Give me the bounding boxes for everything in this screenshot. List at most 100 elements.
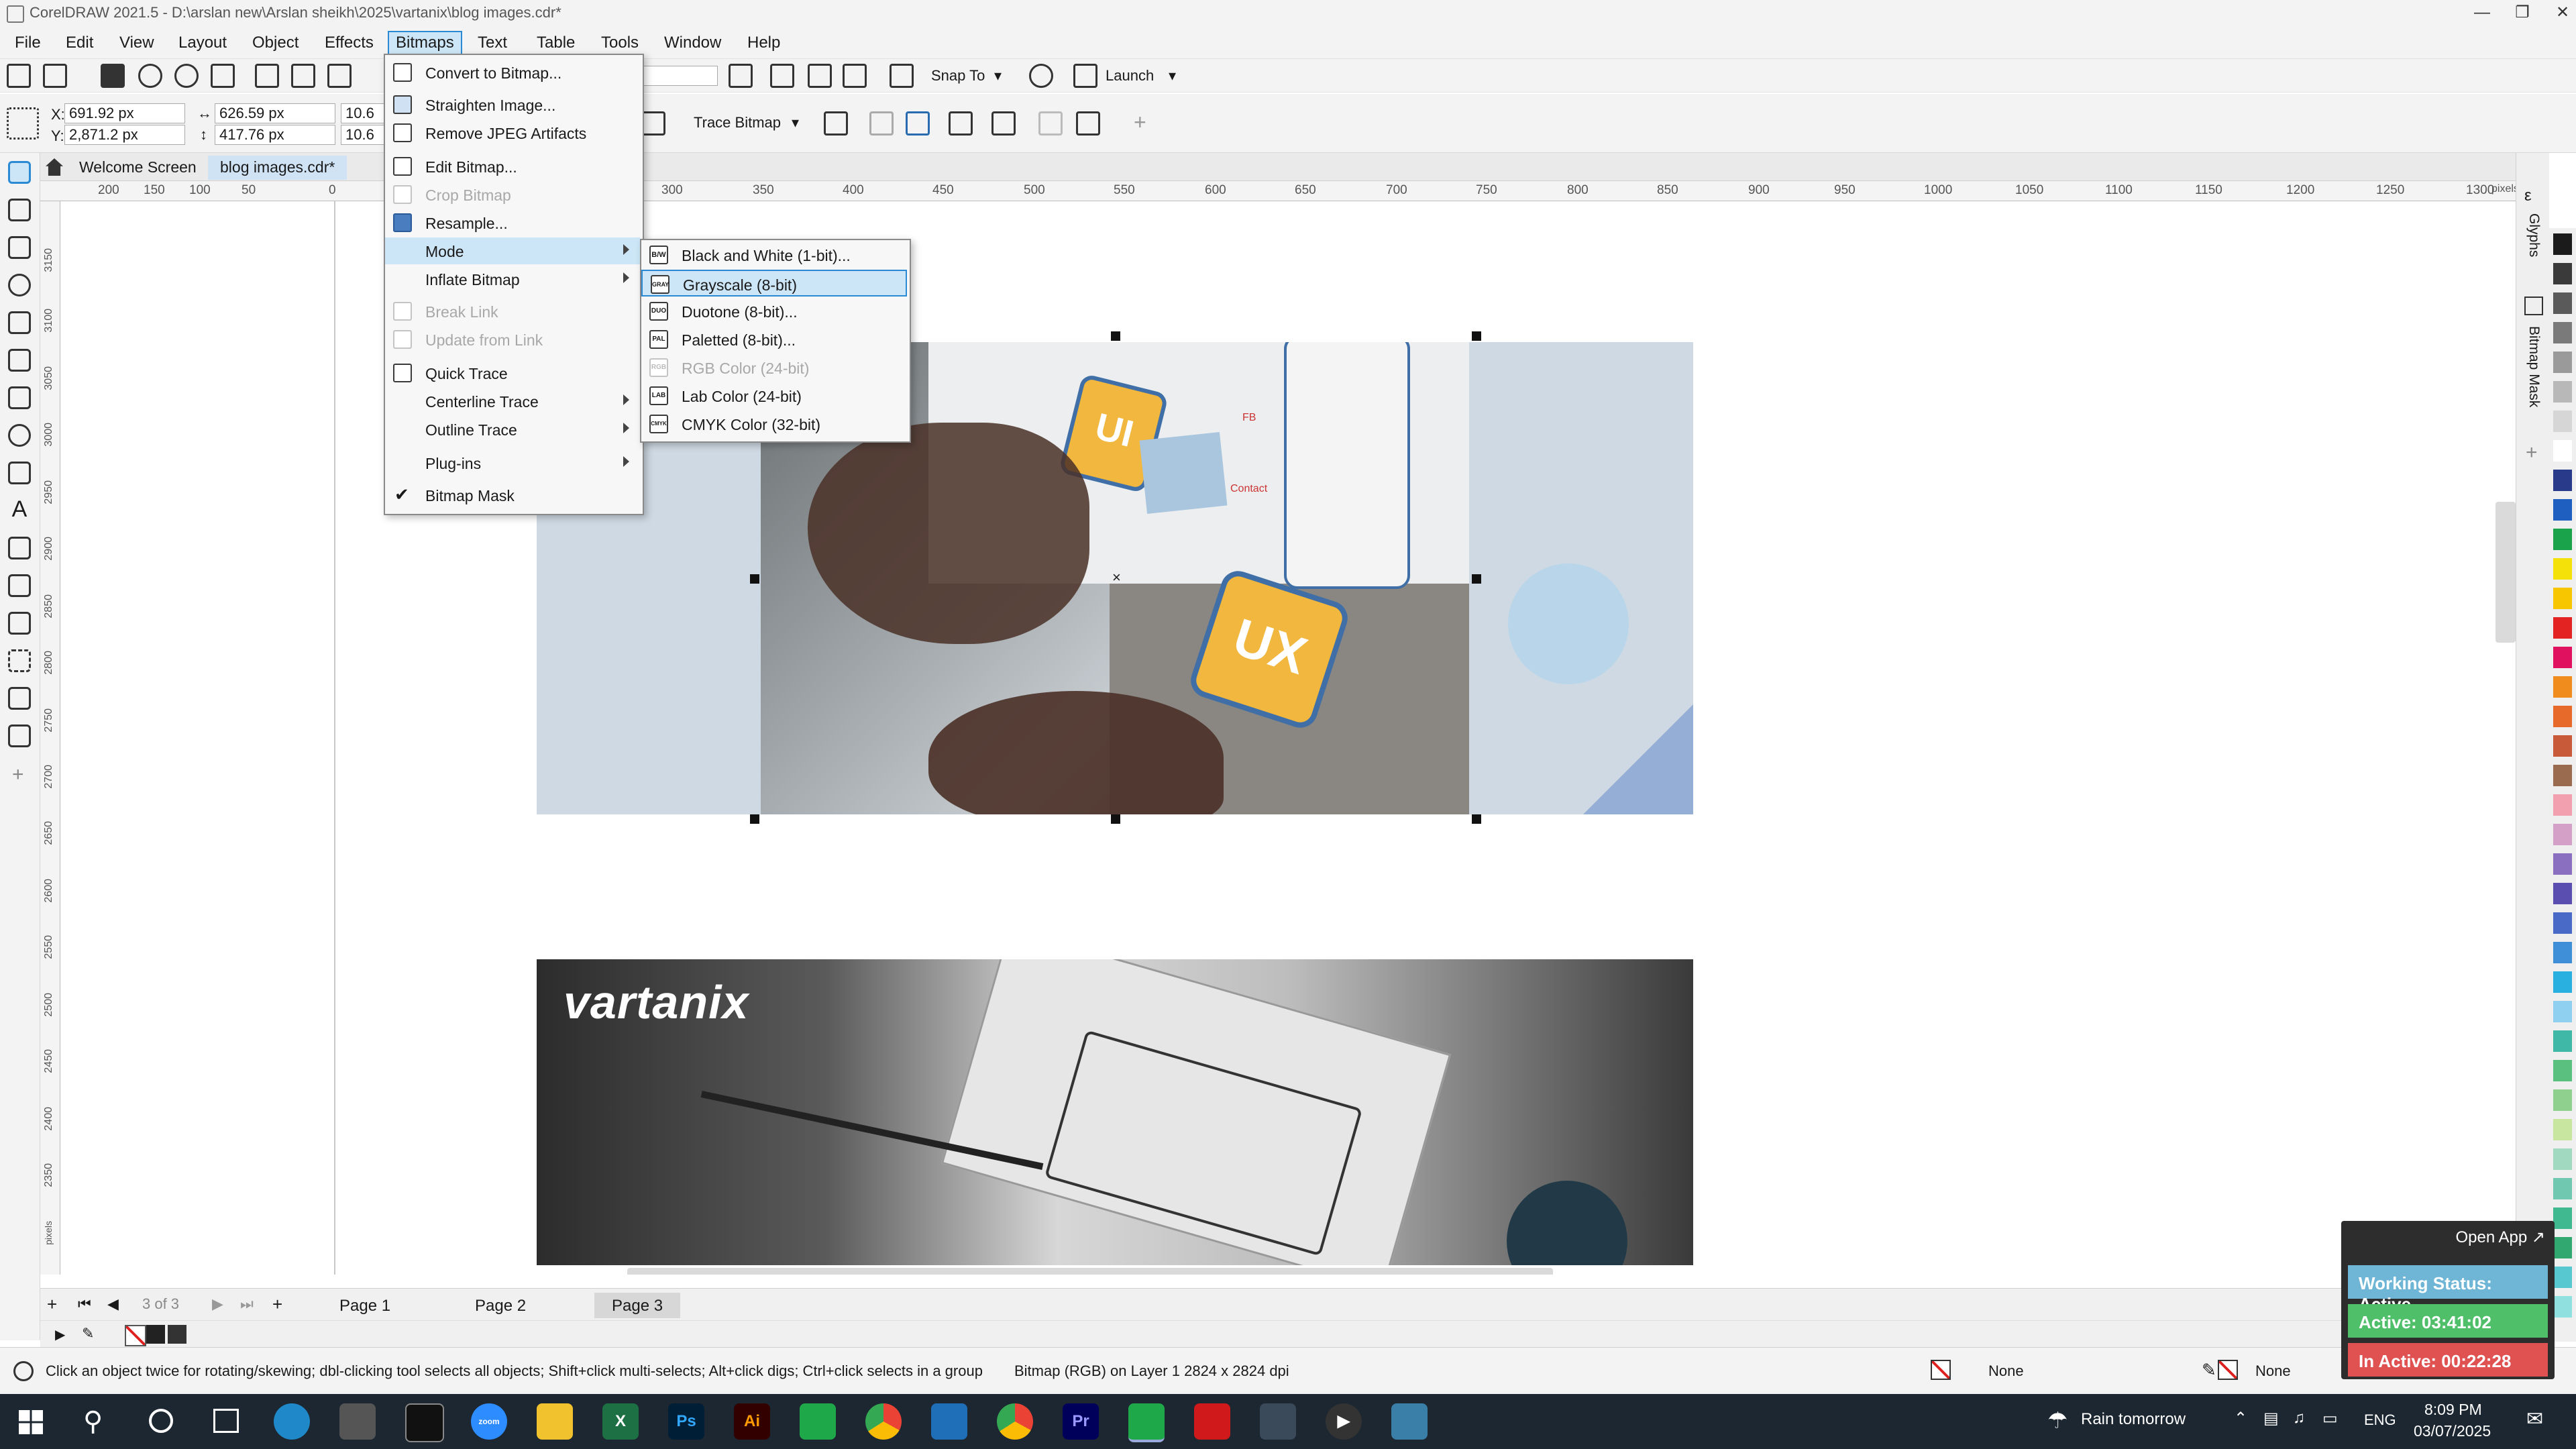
menu-item-centerline-trace[interactable]: Centerline Trace [385, 388, 640, 415]
media-player-icon[interactable]: ▶ [1326, 1403, 1362, 1440]
color-swatch[interactable] [2553, 1030, 2572, 1052]
previous-page-icon[interactable]: ◀ [107, 1295, 119, 1313]
chevron-down-icon[interactable]: ▾ [1169, 67, 1176, 85]
menu-item-convert-to-bitmap[interactable]: Convert to Bitmap... [385, 59, 640, 86]
x-position-field[interactable]: 691.92 px [64, 103, 185, 123]
menu-item-inflate-bitmap[interactable]: Inflate Bitmap [385, 266, 640, 292]
text-tool-icon[interactable]: A [8, 498, 31, 522]
add-page-after-icon[interactable]: + [272, 1294, 282, 1315]
menu-item-break-link[interactable]: Break Link [385, 298, 640, 325]
color-swatch[interactable] [2553, 647, 2572, 668]
color-swatch[interactable] [2553, 883, 2572, 904]
bitmap-border-icon[interactable] [949, 111, 973, 136]
pick-tool-icon[interactable] [8, 161, 31, 184]
menu-tools[interactable]: Tools [594, 32, 645, 54]
acrobat-icon[interactable] [1194, 1403, 1230, 1440]
vertical-scrollbar[interactable] [2496, 502, 2516, 643]
selection-handle[interactable] [1472, 574, 1481, 584]
weather-text[interactable]: Rain tomorrow [2081, 1410, 2186, 1429]
pen-icon[interactable]: ✎ [2202, 1360, 2216, 1381]
color-swatch[interactable] [2553, 352, 2572, 373]
edit-bitmap-icon[interactable] [824, 111, 848, 136]
color-swatch[interactable] [2553, 853, 2572, 875]
width-field[interactable]: 626.59 px [215, 103, 335, 123]
chrome-profile-icon[interactable] [997, 1403, 1033, 1440]
menu-object[interactable]: Object [246, 32, 305, 54]
freehand-tool-icon[interactable] [8, 311, 31, 334]
color-swatch[interactable] [2553, 971, 2572, 993]
zoom-icon[interactable]: zoom [471, 1403, 507, 1440]
task-view-icon[interactable] [213, 1409, 239, 1433]
color-swatch[interactable] [2553, 1178, 2572, 1199]
color-swatch[interactable] [2553, 529, 2572, 550]
add-page-before-icon[interactable]: + [47, 1294, 57, 1315]
page-tab-1[interactable]: Page 1 [322, 1293, 408, 1318]
add-icon[interactable]: + [1134, 110, 1146, 135]
premiere-icon[interactable]: Pr [1063, 1403, 1099, 1440]
menu-item-straighten-image[interactable]: Straighten Image... [385, 91, 640, 118]
menu-view[interactable]: View [113, 32, 161, 54]
eyedropper-icon[interactable] [8, 687, 31, 710]
menu-help[interactable]: Help [741, 32, 787, 54]
next-page-icon[interactable]: ▶ [212, 1295, 223, 1313]
menu-item-edit-bitmap[interactable]: Edit Bitmap... [385, 153, 640, 180]
color-swatch[interactable] [2553, 588, 2572, 609]
outline-none-icon[interactable] [2218, 1360, 2238, 1380]
coreldraw-icon[interactable] [800, 1403, 836, 1440]
color-swatch[interactable] [2553, 381, 2572, 402]
docker-tab-glyphs[interactable]: Glyphs [2526, 213, 2542, 257]
menu-item-update-from-link[interactable]: Update from Link [385, 326, 640, 353]
trace-bitmap-button[interactable]: Trace Bitmap [694, 114, 781, 131]
y-position-field[interactable]: 2,871.2 px [64, 125, 185, 145]
selection-handle[interactable] [1472, 814, 1481, 824]
menu-item-crop-bitmap[interactable]: Crop Bitmap [385, 181, 640, 208]
glyphs-icon[interactable]: ε [2524, 186, 2532, 205]
color-swatch[interactable] [2553, 1237, 2572, 1258]
color-swatch[interactable] [2553, 1148, 2572, 1170]
export-icon[interactable] [291, 64, 315, 88]
coreldraw-active-icon[interactable] [1128, 1403, 1165, 1442]
color-swatch[interactable] [2553, 1001, 2572, 1022]
rectangle-tool-icon[interactable] [8, 386, 31, 409]
language-indicator[interactable]: ENG [2364, 1411, 2396, 1429]
menu-item-quick-trace[interactable]: Quick Trace [385, 360, 640, 386]
menu-item-paletted[interactable]: PAL Paletted (8-bit)... [641, 326, 907, 353]
parallel-dimension-icon[interactable] [8, 537, 31, 559]
color-swatch[interactable] [2553, 499, 2572, 521]
snap-off-icon[interactable] [890, 64, 914, 88]
launch-icon[interactable] [1073, 64, 1097, 88]
menu-bitmaps[interactable]: Bitmaps [388, 31, 462, 55]
color-swatch[interactable] [2553, 912, 2572, 934]
menu-item-lab-color[interactable]: LAB Lab Color (24-bit) [641, 382, 907, 409]
bitmap-mask-icon[interactable] [2524, 297, 2543, 315]
settings-gear-icon[interactable] [13, 1361, 34, 1381]
black-swatch[interactable] [168, 1325, 186, 1344]
color-swatch[interactable] [2553, 765, 2572, 786]
show-hidden-icons-icon[interactable]: ⌃ [2234, 1409, 2247, 1428]
calculator-icon[interactable] [1260, 1403, 1296, 1440]
color-swatch[interactable] [2553, 794, 2572, 816]
color-swatch[interactable] [2553, 1296, 2572, 1318]
menu-item-bitmap-mask[interactable]: ✔ Bitmap Mask [385, 482, 640, 508]
full-screen-preview-icon[interactable] [770, 64, 794, 88]
vertical-ruler[interactable]: 3150 3100 3050 3000 2950 2900 2850 2800 … [40, 201, 60, 1275]
layers-icon[interactable] [1076, 111, 1100, 136]
color-swatch[interactable] [2553, 1267, 2572, 1288]
menu-item-duotone[interactable]: DUO Duotone (8-bit)... [641, 298, 907, 325]
no-color-swatch[interactable] [125, 1325, 146, 1346]
add-docker-icon[interactable]: + [2526, 441, 2538, 464]
color-swatch[interactable] [2553, 1089, 2572, 1111]
show-grid-icon[interactable] [808, 64, 832, 88]
menu-layout[interactable]: Layout [172, 32, 233, 54]
ellipse-tool-icon[interactable] [8, 424, 31, 447]
color-swatch[interactable] [2553, 411, 2572, 432]
menu-text[interactable]: Text [471, 32, 514, 54]
selection-handle[interactable] [1111, 331, 1120, 341]
open-folder-icon[interactable] [43, 64, 67, 88]
menu-effects[interactable]: Effects [318, 32, 380, 54]
transparency-icon[interactable] [8, 649, 31, 672]
menu-item-cmyk-color[interactable]: CMYK CMYK Color (32-bit) [641, 411, 907, 437]
menu-item-rgb-color[interactable]: RGB RGB Color (24-bit) [641, 354, 907, 381]
to-front-icon[interactable] [1038, 111, 1063, 136]
options-gear-icon[interactable] [1029, 64, 1053, 88]
